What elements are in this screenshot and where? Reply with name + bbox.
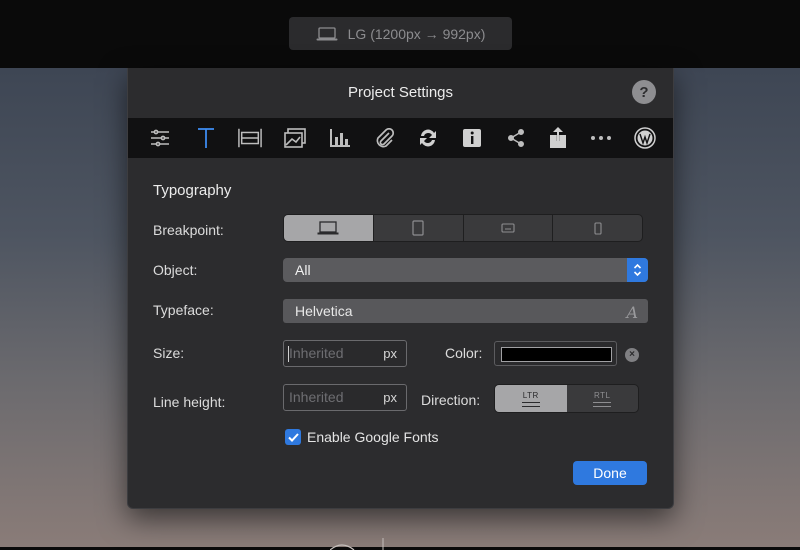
line-height-unit: px: [383, 390, 397, 405]
size-unit: px: [383, 346, 397, 361]
sliders-icon[interactable]: [148, 126, 172, 150]
size-input[interactable]: Inherited px: [283, 340, 407, 367]
breakpoint-option-laptop[interactable]: [284, 215, 374, 241]
info-icon[interactable]: [460, 126, 484, 150]
dialog-title: Project Settings: [347, 84, 454, 101]
export-icon[interactable]: [546, 126, 570, 150]
direction-label: Direction:: [421, 392, 481, 408]
typeface-field[interactable]: Helvetica A: [283, 299, 648, 323]
google-fonts-label[interactable]: Enable Google Fonts: [307, 429, 439, 445]
size-placeholder: Inherited: [289, 345, 344, 361]
laptop-icon: [317, 221, 339, 235]
object-label: Object:: [153, 262, 198, 278]
object-select[interactable]: All: [283, 258, 648, 282]
line-height-placeholder: Inherited: [289, 389, 344, 405]
breakpoint-option-tablet[interactable]: [374, 215, 464, 241]
direction-rtl-button[interactable]: RTL: [567, 385, 639, 412]
align-left-icon: [521, 401, 540, 407]
checkmark-icon: [287, 432, 299, 442]
help-button[interactable]: ?: [632, 80, 656, 104]
font-picker-icon[interactable]: A: [626, 301, 638, 325]
typeface-value: Helvetica: [295, 303, 353, 319]
done-button[interactable]: Done: [573, 461, 647, 485]
image-icon[interactable]: [283, 126, 307, 150]
object-select-value: All: [295, 262, 311, 278]
paperclip-icon[interactable]: [373, 126, 397, 150]
google-fonts-checkbox[interactable]: [285, 429, 301, 445]
width-icon[interactable]: [238, 126, 262, 150]
more-icon[interactable]: [589, 126, 613, 150]
share-icon[interactable]: [504, 126, 528, 150]
breakpoint-option-phone[interactable]: [553, 215, 642, 241]
project-settings-dialog: Project Settings ? Typography Breakpoint…: [127, 68, 674, 509]
direction-rtl-label: RTL: [594, 390, 611, 400]
breakpoint-indicator-label: LG (1200px → 992px): [347, 25, 486, 42]
top-bar: LG (1200px → 992px): [0, 0, 800, 68]
align-right-icon: [593, 401, 612, 407]
direction-selector: LTR RTL: [494, 384, 639, 413]
tablet-icon: [412, 220, 424, 236]
section-title: Typography: [153, 182, 232, 199]
clear-color-button[interactable]: ×: [625, 348, 639, 362]
breakpoint-option-tablet-landscape[interactable]: [464, 215, 554, 241]
laptop-icon: [316, 26, 338, 41]
breakpoint-label: Breakpoint:: [153, 222, 224, 238]
tablet-landscape-icon: [501, 223, 515, 233]
chart-icon[interactable]: [328, 126, 352, 150]
select-arrows-icon: [627, 258, 648, 282]
line-height-label: Line height:: [153, 394, 226, 410]
direction-ltr-button[interactable]: LTR: [495, 385, 567, 412]
breakpoint-selector: [283, 214, 643, 242]
phone-icon: [594, 221, 602, 235]
breakpoint-indicator[interactable]: LG (1200px → 992px): [289, 17, 512, 50]
direction-ltr-label: LTR: [522, 390, 539, 400]
backdrop-decoration: [330, 538, 384, 550]
line-height-input[interactable]: Inherited px: [283, 384, 407, 411]
sync-icon[interactable]: [416, 126, 440, 150]
color-label: Color:: [445, 345, 483, 361]
wordpress-icon[interactable]: [633, 126, 657, 150]
settings-toolbar: [128, 118, 673, 158]
color-well[interactable]: [494, 341, 617, 366]
typeface-label: Typeface:: [153, 302, 214, 318]
typography-icon[interactable]: [194, 126, 218, 150]
size-label: Size:: [153, 345, 185, 361]
color-swatch: [501, 347, 612, 362]
